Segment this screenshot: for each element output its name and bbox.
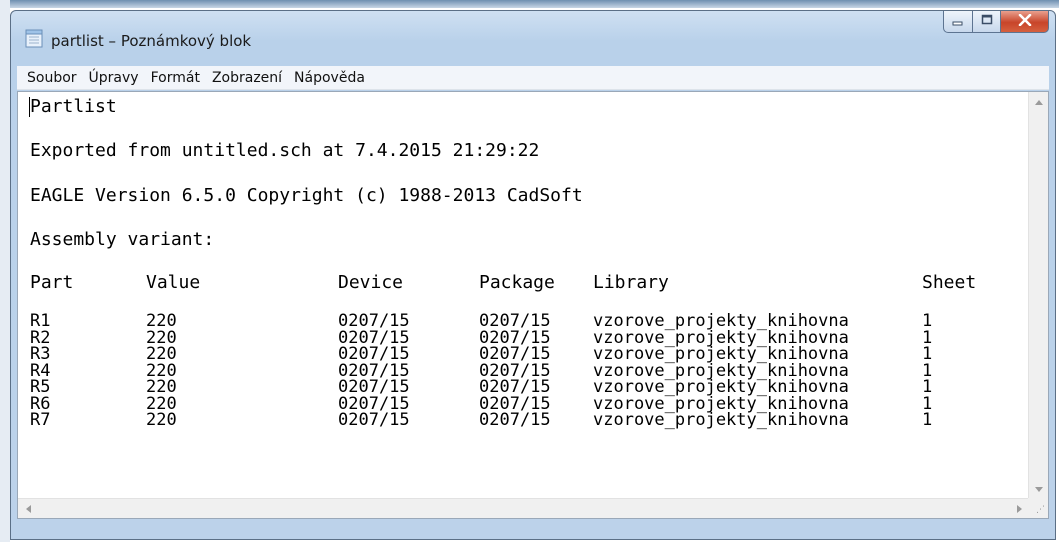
menu-bar: Soubor Úpravy Formát Zobrazení Nápověda — [17, 66, 1049, 90]
close-button[interactable] — [1001, 11, 1049, 33]
doc-variant-line: Assembly variant: — [30, 229, 215, 250]
menu-napoveda[interactable]: Nápověda — [288, 70, 371, 86]
text-editor[interactable]: Partlist Exported from untitled.sch at 7… — [17, 91, 1049, 519]
notepad-window: partlist – Poznámkový blok Soubor Úpravy… — [10, 10, 1056, 540]
doc-version-line: EAGLE Version 6.5.0 Copyright (c) 1988-2… — [30, 185, 583, 206]
scroll-down-icon[interactable] — [1035, 487, 1043, 492]
col-part: Part — [30, 272, 74, 293]
cell-sheet: 1 — [922, 410, 933, 430]
col-device: Device — [338, 272, 404, 293]
doc-exported-line: Exported from untitled.sch at 7.4.2015 2… — [30, 140, 540, 161]
scroll-left-icon[interactable] — [26, 505, 31, 513]
col-value: Value — [146, 272, 201, 293]
notepad-icon[interactable] — [25, 28, 43, 48]
cell-library: vzorove_projekty_knihovna — [593, 410, 849, 430]
cell-part: R7 — [30, 410, 51, 430]
cell-value: 220 — [146, 410, 177, 430]
resize-grip-icon: ⋰ — [1036, 505, 1045, 515]
scroll-up-icon[interactable] — [1035, 100, 1043, 105]
minimize-button[interactable] — [943, 11, 973, 33]
desktop-background-left — [0, 0, 10, 542]
cell-package: 0207/15 — [479, 410, 551, 430]
maximize-button[interactable] — [973, 11, 1001, 33]
col-library: Library — [593, 272, 669, 293]
doc-heading: Partlist — [30, 96, 117, 117]
menu-soubor[interactable]: Soubor — [17, 70, 83, 86]
col-package: Package — [479, 272, 555, 293]
resize-grip[interactable]: ⋰ — [1028, 498, 1048, 518]
scroll-right-icon[interactable] — [1017, 505, 1022, 513]
menu-zobrazeni[interactable]: Zobrazení — [206, 70, 288, 86]
parts-table: R1 220 0207/15 0207/15 vzorove_projekty_… — [30, 313, 932, 430]
maximize-icon — [981, 13, 993, 31]
vertical-scrollbar[interactable] — [1028, 92, 1048, 500]
cell-device: 0207/15 — [338, 410, 410, 430]
close-icon — [1018, 13, 1032, 31]
window-title: partlist – Poznámkový blok — [51, 32, 252, 50]
caption-buttons — [943, 11, 1049, 35]
desktop-background — [0, 0, 1059, 8]
col-sheet: Sheet — [922, 272, 977, 293]
horizontal-scrollbar[interactable] — [18, 498, 1030, 518]
menu-format[interactable]: Formát — [145, 70, 206, 86]
minimize-icon — [952, 13, 964, 31]
title-bar[interactable]: partlist – Poznámkový blok — [11, 11, 1055, 61]
menu-upravy[interactable]: Úpravy — [83, 70, 145, 86]
table-row: R7 220 0207/15 0207/15 vzorove_projekty_… — [30, 410, 932, 430]
text-area[interactable]: Partlist Exported from untitled.sch at 7… — [18, 92, 1030, 500]
